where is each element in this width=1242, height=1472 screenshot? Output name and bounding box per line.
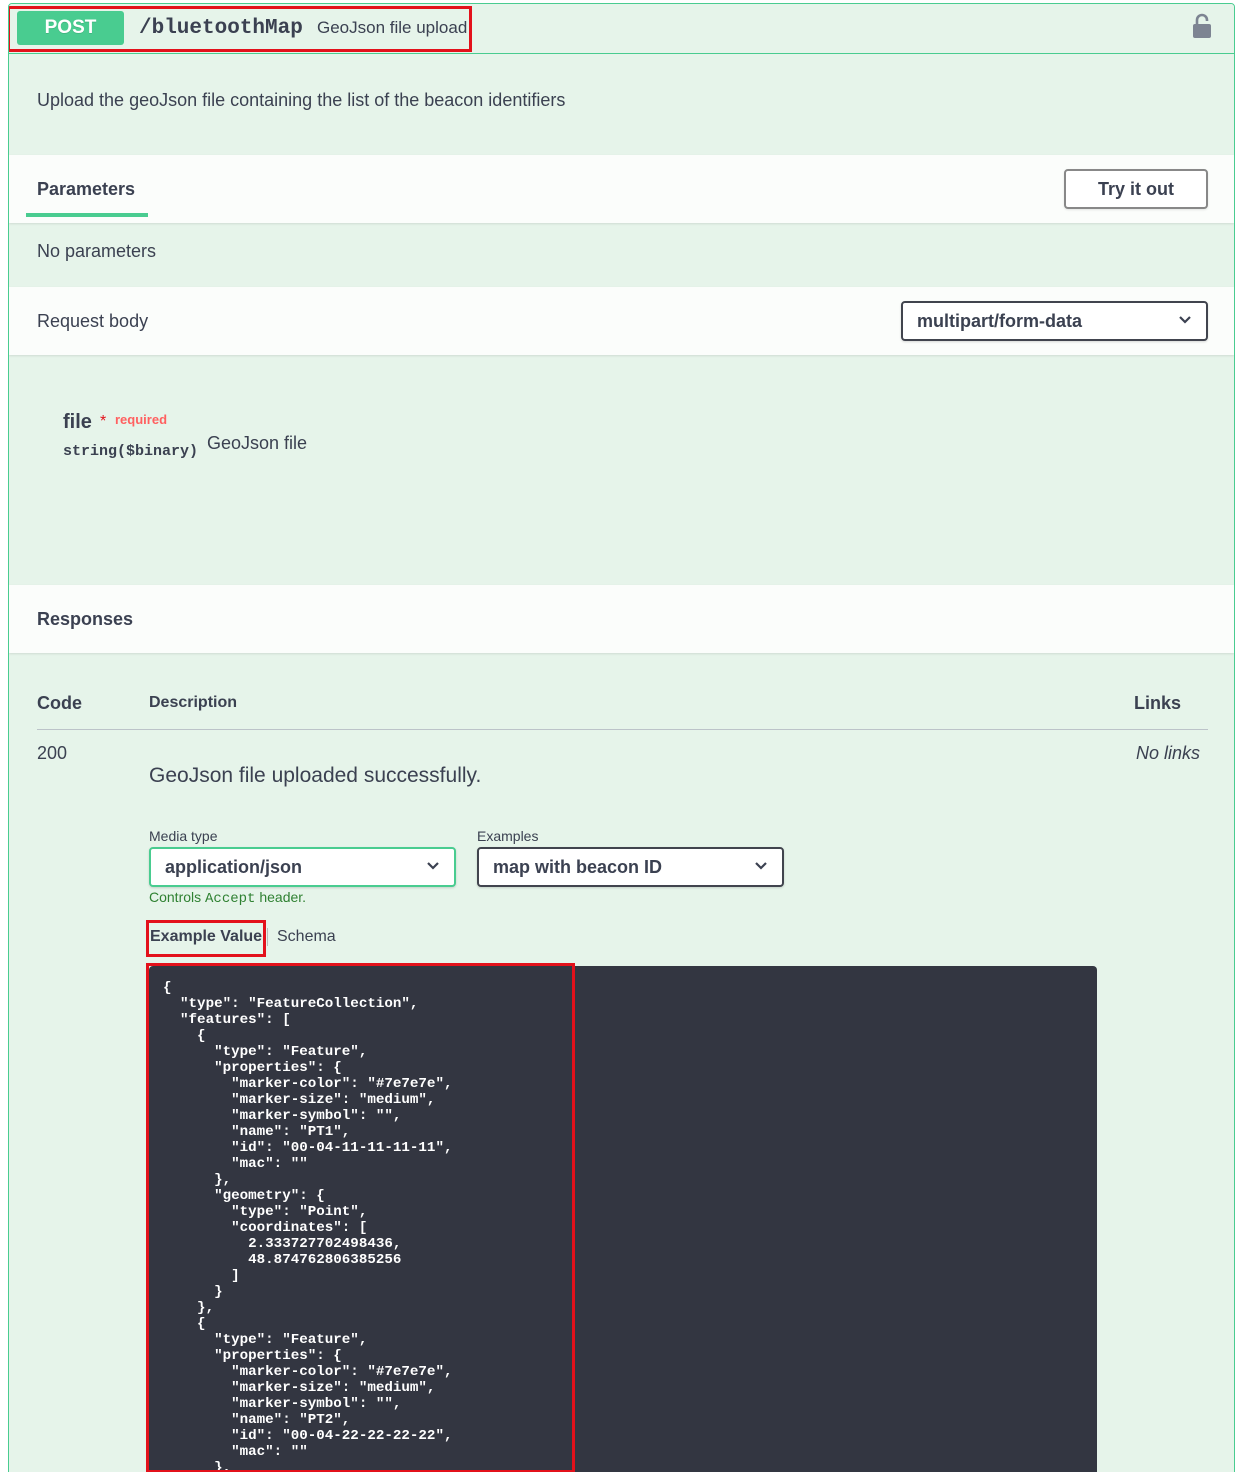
- column-header-code: Code: [37, 693, 82, 713]
- annotation-highlight: [9, 6, 472, 52]
- required-star: *: [100, 413, 107, 430]
- request-body-title: Request body: [37, 311, 149, 331]
- examples-select[interactable]: map with beacon ID: [477, 847, 784, 887]
- responses-title: Responses: [37, 609, 134, 629]
- tab-parameters[interactable]: Parameters: [37, 179, 135, 200]
- tab-schema[interactable]: Schema: [277, 928, 336, 946]
- param-description: GeoJson file: [207, 433, 308, 453]
- controls-accept: Accept: [205, 891, 256, 907]
- annotation-highlight: [146, 920, 266, 957]
- table-divider: [37, 729, 1208, 730]
- controls-suffix: header.: [259, 889, 307, 905]
- response-description: GeoJson file uploaded successfully.: [149, 764, 482, 787]
- chevron-down-icon: [1179, 316, 1191, 324]
- active-tab-indicator: [26, 213, 148, 217]
- lock-icon[interactable]: [1192, 13, 1212, 39]
- request-body-header: Request body multipart/form-data: [9, 287, 1234, 355]
- annotation-highlight: [146, 963, 575, 1472]
- param-name: file: [63, 411, 92, 433]
- no-parameters-text: No parameters: [37, 241, 157, 261]
- tab-separator: [267, 928, 268, 946]
- examples-label: Examples: [477, 828, 539, 844]
- controls-prefix: Controls: [149, 889, 202, 905]
- media-type-label: Media type: [149, 828, 218, 844]
- chevron-down-icon: [427, 862, 439, 870]
- response-code: 200: [37, 743, 68, 763]
- param-type: string($binary): [63, 443, 199, 460]
- examples-value: map with beacon ID: [493, 857, 663, 877]
- response-links: No links: [1135, 743, 1200, 763]
- content-type-select[interactable]: multipart/form-data: [901, 301, 1208, 341]
- media-type-select[interactable]: application/json: [149, 847, 456, 887]
- responses-header: Responses: [9, 585, 1234, 653]
- operation-block-post-bluetoothmap: POST /bluetoothMap GeoJson file upload U…: [8, 3, 1235, 1472]
- column-header-description: Description: [149, 694, 238, 711]
- try-it-out-button[interactable]: Try it out: [1064, 169, 1208, 209]
- controls-accept-header-note: Controls Accept header.: [149, 889, 306, 907]
- parameters-header: Parameters Try it out: [9, 155, 1234, 223]
- operation-summary[interactable]: POST /bluetoothMap GeoJson file upload: [9, 4, 1234, 54]
- chevron-down-icon: [755, 862, 767, 870]
- content-type-value: multipart/form-data: [917, 311, 1083, 331]
- column-header-links: Links: [1133, 693, 1181, 713]
- required-label: required: [115, 412, 168, 427]
- media-type-value: application/json: [165, 857, 303, 877]
- operation-description: Upload the geoJson file containing the l…: [37, 90, 566, 110]
